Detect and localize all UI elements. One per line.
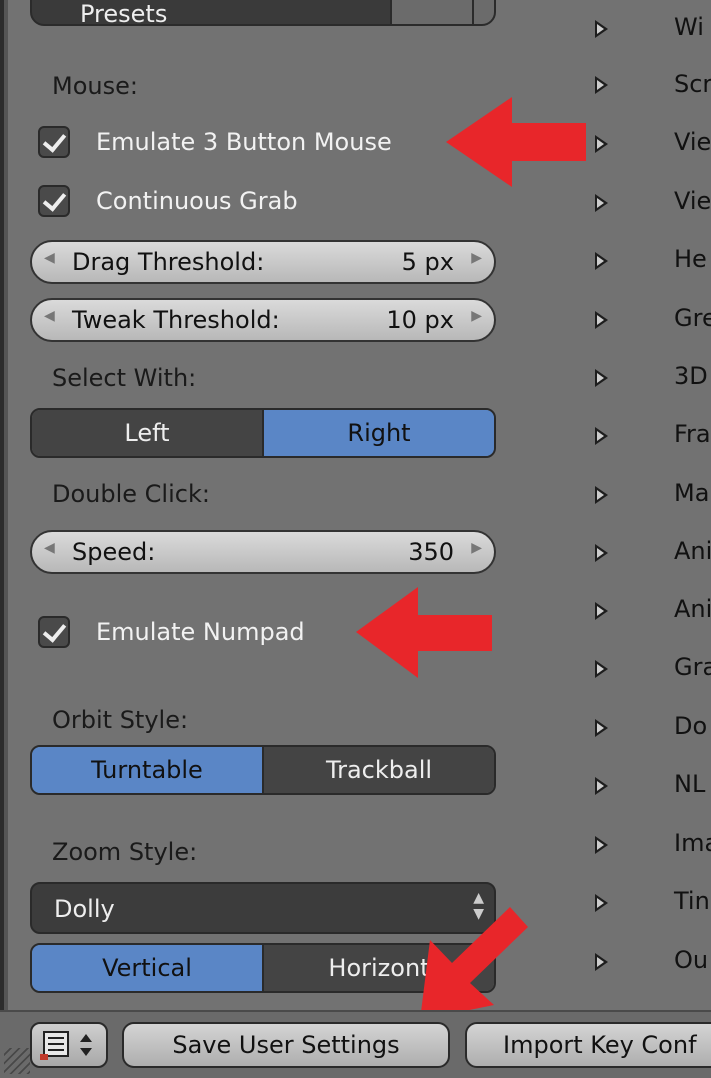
expand-triangle-icon[interactable]: [595, 836, 608, 854]
keymap-category[interactable]: Ma: [674, 479, 709, 507]
resize-grip-icon[interactable]: [4, 1048, 30, 1074]
double-click-heading: Double Click:: [52, 480, 210, 508]
drag-threshold-label: Drag Threshold:: [72, 248, 265, 276]
keymap-category[interactable]: Ima: [674, 829, 711, 857]
tweak-threshold-value: 10 px: [386, 306, 454, 334]
expand-triangle-icon[interactable]: [595, 660, 608, 678]
decrement-arrow-icon[interactable]: ◀: [44, 308, 55, 324]
increment-arrow-icon[interactable]: ▶: [471, 540, 482, 556]
expand-triangle-icon[interactable]: [595, 369, 608, 387]
select-with-right-option[interactable]: Right: [262, 410, 494, 456]
double-click-speed-field[interactable]: ◀ Speed: 350 ▶: [30, 530, 496, 574]
speed-value: 350: [408, 538, 454, 566]
expand-triangle-icon[interactable]: [595, 427, 608, 445]
presets-dropdown[interactable]: Presets ▼: [30, 0, 496, 26]
continuous-grab-label[interactable]: Continuous Grab: [96, 187, 298, 215]
keymap-category[interactable]: Ani: [674, 595, 711, 623]
select-with-toggle: Left Right: [30, 408, 496, 458]
save-user-settings-button[interactable]: Save User Settings: [122, 1022, 450, 1068]
keymap-category[interactable]: Vie: [674, 128, 711, 156]
preset-remove-button[interactable]: [472, 0, 494, 24]
presets-label: Presets: [80, 0, 168, 26]
emulate-3-button-checkbox[interactable]: [38, 126, 70, 158]
expand-triangle-icon[interactable]: [595, 894, 608, 912]
keymap-category[interactable]: He: [674, 245, 707, 273]
speed-label: Speed:: [72, 538, 156, 566]
expand-triangle-icon[interactable]: [595, 252, 608, 270]
orbit-turntable-option[interactable]: Turntable: [32, 747, 262, 793]
red-annotation-arrow-icon: [356, 587, 492, 678]
drag-threshold-value: 5 px: [401, 248, 454, 276]
expand-triangle-icon[interactable]: [595, 135, 608, 153]
keymap-category[interactable]: Vie: [674, 187, 711, 215]
tweak-threshold-field[interactable]: ◀ Tweak Threshold: 10 px ▶: [30, 298, 496, 342]
expand-triangle-icon[interactable]: [595, 777, 608, 795]
zoom-style-heading: Zoom Style:: [52, 838, 198, 866]
footer-bar: Save User Settings Import Key Conf: [0, 1010, 711, 1078]
keymap-category[interactable]: Fra: [674, 420, 711, 448]
expand-triangle-icon[interactable]: [595, 544, 608, 562]
preset-add-button[interactable]: [390, 0, 476, 24]
keymap-category[interactable]: Ou: [674, 946, 708, 974]
expand-triangle-icon[interactable]: [595, 76, 608, 94]
zoom-style-value: Dolly: [54, 895, 115, 923]
orbit-style-heading: Orbit Style:: [52, 706, 189, 734]
import-key-config-button[interactable]: Import Key Conf: [465, 1022, 711, 1068]
panel-left-border: [0, 0, 8, 1010]
expand-triangle-icon[interactable]: [595, 194, 608, 212]
keymap-category[interactable]: Do: [674, 712, 707, 740]
keymap-category[interactable]: Wi: [674, 13, 704, 41]
decrement-arrow-icon[interactable]: ◀: [44, 250, 55, 266]
expand-triangle-icon[interactable]: [595, 20, 608, 38]
tweak-threshold-label: Tweak Threshold:: [72, 306, 280, 334]
keymap-category[interactable]: 3D: [674, 362, 708, 390]
emulate-3-button-label[interactable]: Emulate 3 Button Mouse: [96, 128, 392, 156]
expand-triangle-icon[interactable]: [595, 719, 608, 737]
expand-triangle-icon[interactable]: [595, 602, 608, 620]
keymap-category[interactable]: Ani: [674, 537, 711, 565]
red-annotation-arrow-icon: [420, 907, 528, 1020]
keymap-category[interactable]: Tin: [674, 887, 710, 915]
orbit-trackball-option[interactable]: Trackball: [262, 747, 494, 793]
keymap-category[interactable]: NL: [674, 770, 705, 798]
editor-type-button[interactable]: [30, 1022, 108, 1068]
decrement-arrow-icon[interactable]: ◀: [44, 540, 55, 556]
keymap-category[interactable]: Gra: [674, 653, 711, 681]
select-with-heading: Select With:: [52, 364, 197, 392]
increment-arrow-icon[interactable]: ▶: [471, 308, 482, 324]
expand-triangle-icon[interactable]: [595, 311, 608, 329]
preferences-editor-icon: [40, 1031, 92, 1060]
increment-arrow-icon[interactable]: ▶: [471, 250, 482, 266]
expand-triangle-icon[interactable]: [595, 953, 608, 971]
mouse-heading: Mouse:: [52, 72, 138, 100]
continuous-grab-checkbox[interactable]: [38, 185, 70, 217]
red-annotation-arrow-icon: [446, 97, 586, 187]
expand-triangle-icon[interactable]: [595, 486, 608, 504]
zoom-vertical-option[interactable]: Vertical: [32, 945, 262, 991]
drag-threshold-field[interactable]: ◀ Drag Threshold: 5 px ▶: [30, 240, 496, 284]
select-with-left-option[interactable]: Left: [32, 410, 262, 456]
keymap-category[interactable]: Gre: [674, 304, 711, 332]
emulate-numpad-label[interactable]: Emulate Numpad: [96, 618, 305, 646]
emulate-numpad-checkbox[interactable]: [38, 616, 70, 648]
keymap-category[interactable]: Scr: [674, 70, 711, 98]
orbit-style-toggle: Turntable Trackball: [30, 745, 496, 795]
